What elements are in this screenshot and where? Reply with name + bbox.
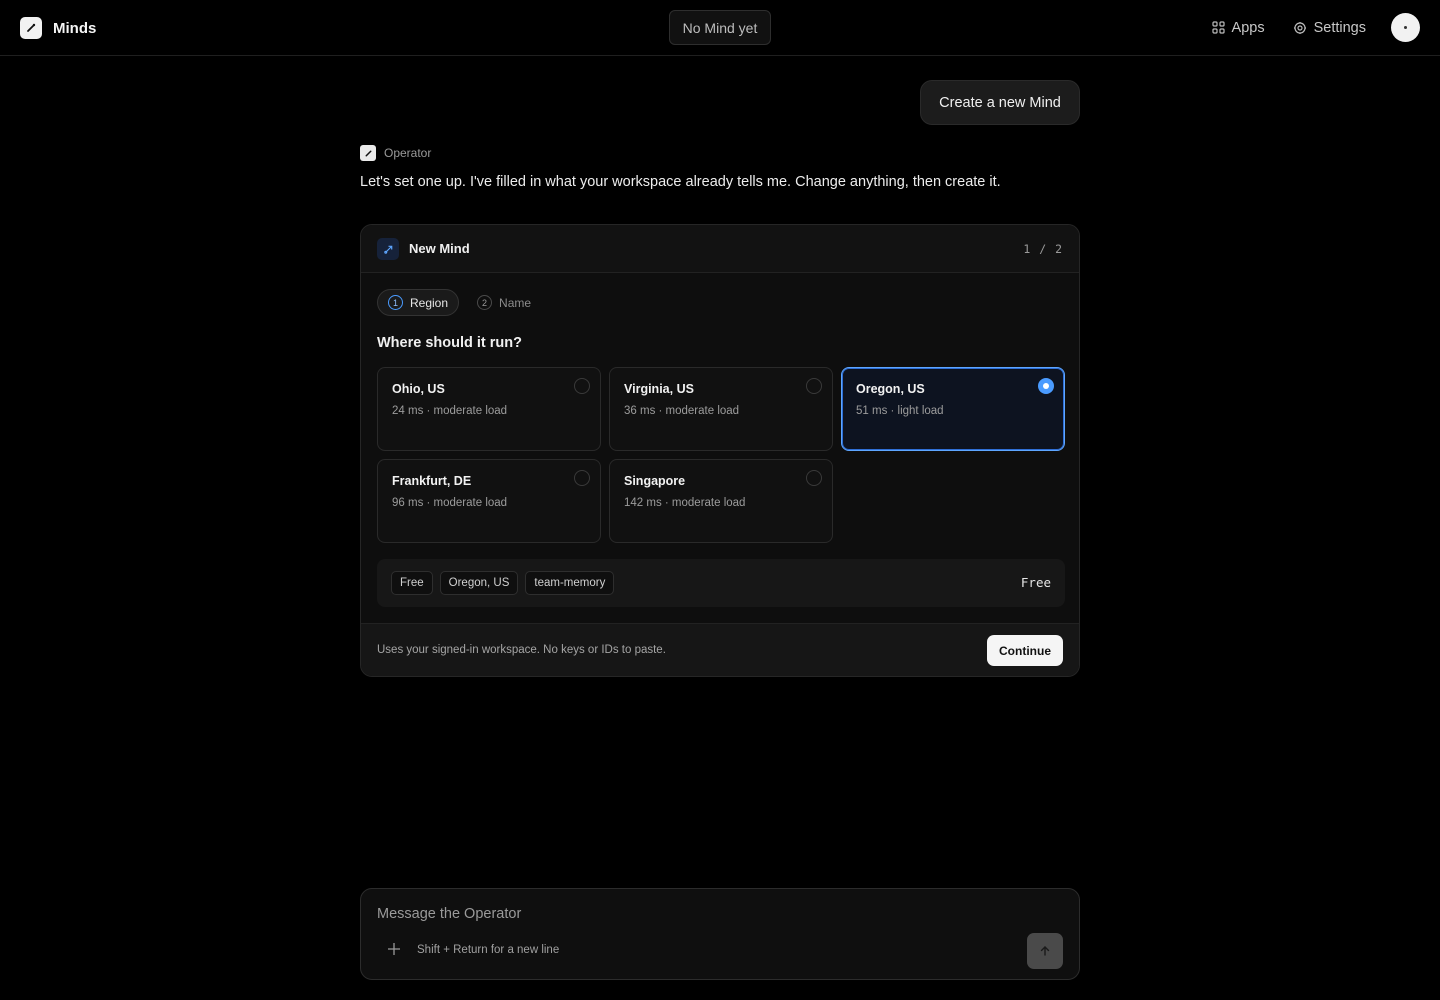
apps-link[interactable]: Apps [1211,19,1265,36]
region-option-frankfurt[interactable]: Frankfurt, DE 96 ms · moderate load [377,459,601,543]
step-counter: 1 / 2 [1023,242,1063,256]
region-name: Frankfurt, DE [392,474,472,488]
minds-logo-icon [20,17,42,39]
region-name: Singapore [624,474,686,488]
message-composer: Shift + Return for a new line [360,888,1080,980]
new-mind-card: New Mind 1 / 2 1 Region 2 Name Where sho… [360,224,1080,677]
region-meta: 24 ms · moderate load [392,405,508,417]
region-radio[interactable] [574,470,590,486]
apps-grid-icon [1211,21,1225,34]
price-label: Free [1020,575,1051,590]
region-option-oregon[interactable]: Oregon, US 51 ms · light load [841,367,1065,451]
message-input[interactable] [377,903,1017,925]
summary-tag: Oregon, US [439,571,519,595]
region-name: Ohio, US [392,382,445,396]
settings-link[interactable]: Settings [1293,20,1366,36]
user-message: Create a new Mind [920,80,1080,125]
brand[interactable]: Minds [20,17,96,39]
region-meta: 96 ms · moderate load [392,497,508,509]
stepper: 1 Region 2 Name [377,289,541,316]
step-number: 2 [477,295,493,310]
avatar[interactable] [1391,13,1420,42]
top-nav: Apps Settings [1211,13,1420,42]
rocket-icon [377,238,399,260]
region-question: Where should it run? [377,335,522,351]
card-footer: Uses your signed-in workspace. No keys o… [361,623,1079,676]
config-summary: Free Oregon, US team-memory Free [377,559,1065,607]
apps-label: Apps [1231,19,1265,36]
arrow-up-icon [1040,946,1050,956]
card-title: New Mind [409,241,470,256]
step-region[interactable]: 1 Region [377,289,460,316]
region-name: Oregon, US [856,382,925,396]
region-option-virginia[interactable]: Virginia, US 36 ms · moderate load [609,367,833,451]
region-radio[interactable] [806,378,822,394]
operator-message: Let's set one up. I've filled in what yo… [360,174,1001,190]
operator-name: Operator [384,146,432,160]
brand-name: Minds [53,19,97,37]
region-radio[interactable] [574,378,590,394]
region-radio[interactable] [806,470,822,486]
settings-label: Settings [1313,19,1366,36]
region-option-singapore[interactable]: Singapore 142 ms · moderate load [609,459,833,543]
region-meta: 142 ms · moderate load [624,497,746,509]
avatar-dot [1404,26,1407,29]
operator-header: Operator [360,145,431,161]
region-option-ohio[interactable]: Ohio, US 24 ms · moderate load [377,367,601,451]
mind-selector[interactable]: No Mind yet [669,10,771,45]
step-label: Region [410,295,449,310]
region-meta: 36 ms · moderate load [624,405,740,417]
region-radio-selected[interactable] [1038,378,1054,394]
card-header: New Mind 1 / 2 [361,225,1079,273]
top-bar: Minds No Mind yet Apps Settings [0,0,1440,56]
summary-tag: Free [391,571,433,595]
gear-icon [1293,21,1306,34]
step-name[interactable]: 2 Name [467,289,541,316]
plus-icon[interactable] [387,942,401,956]
send-button[interactable] [1027,933,1063,969]
summary-tag: team-memory [525,571,615,595]
footer-note: Uses your signed-in workspace. No keys o… [377,644,666,656]
operator-icon [360,145,376,161]
step-number: 1 [388,295,403,310]
continue-button[interactable]: Continue [987,635,1063,666]
step-label: Name [499,295,532,310]
composer-hint: Shift + Return for a new line [417,944,560,956]
region-name: Virginia, US [624,382,694,396]
summary-tags: Free Oregon, US team-memory [391,571,615,595]
region-meta: 51 ms · light load [856,405,944,417]
